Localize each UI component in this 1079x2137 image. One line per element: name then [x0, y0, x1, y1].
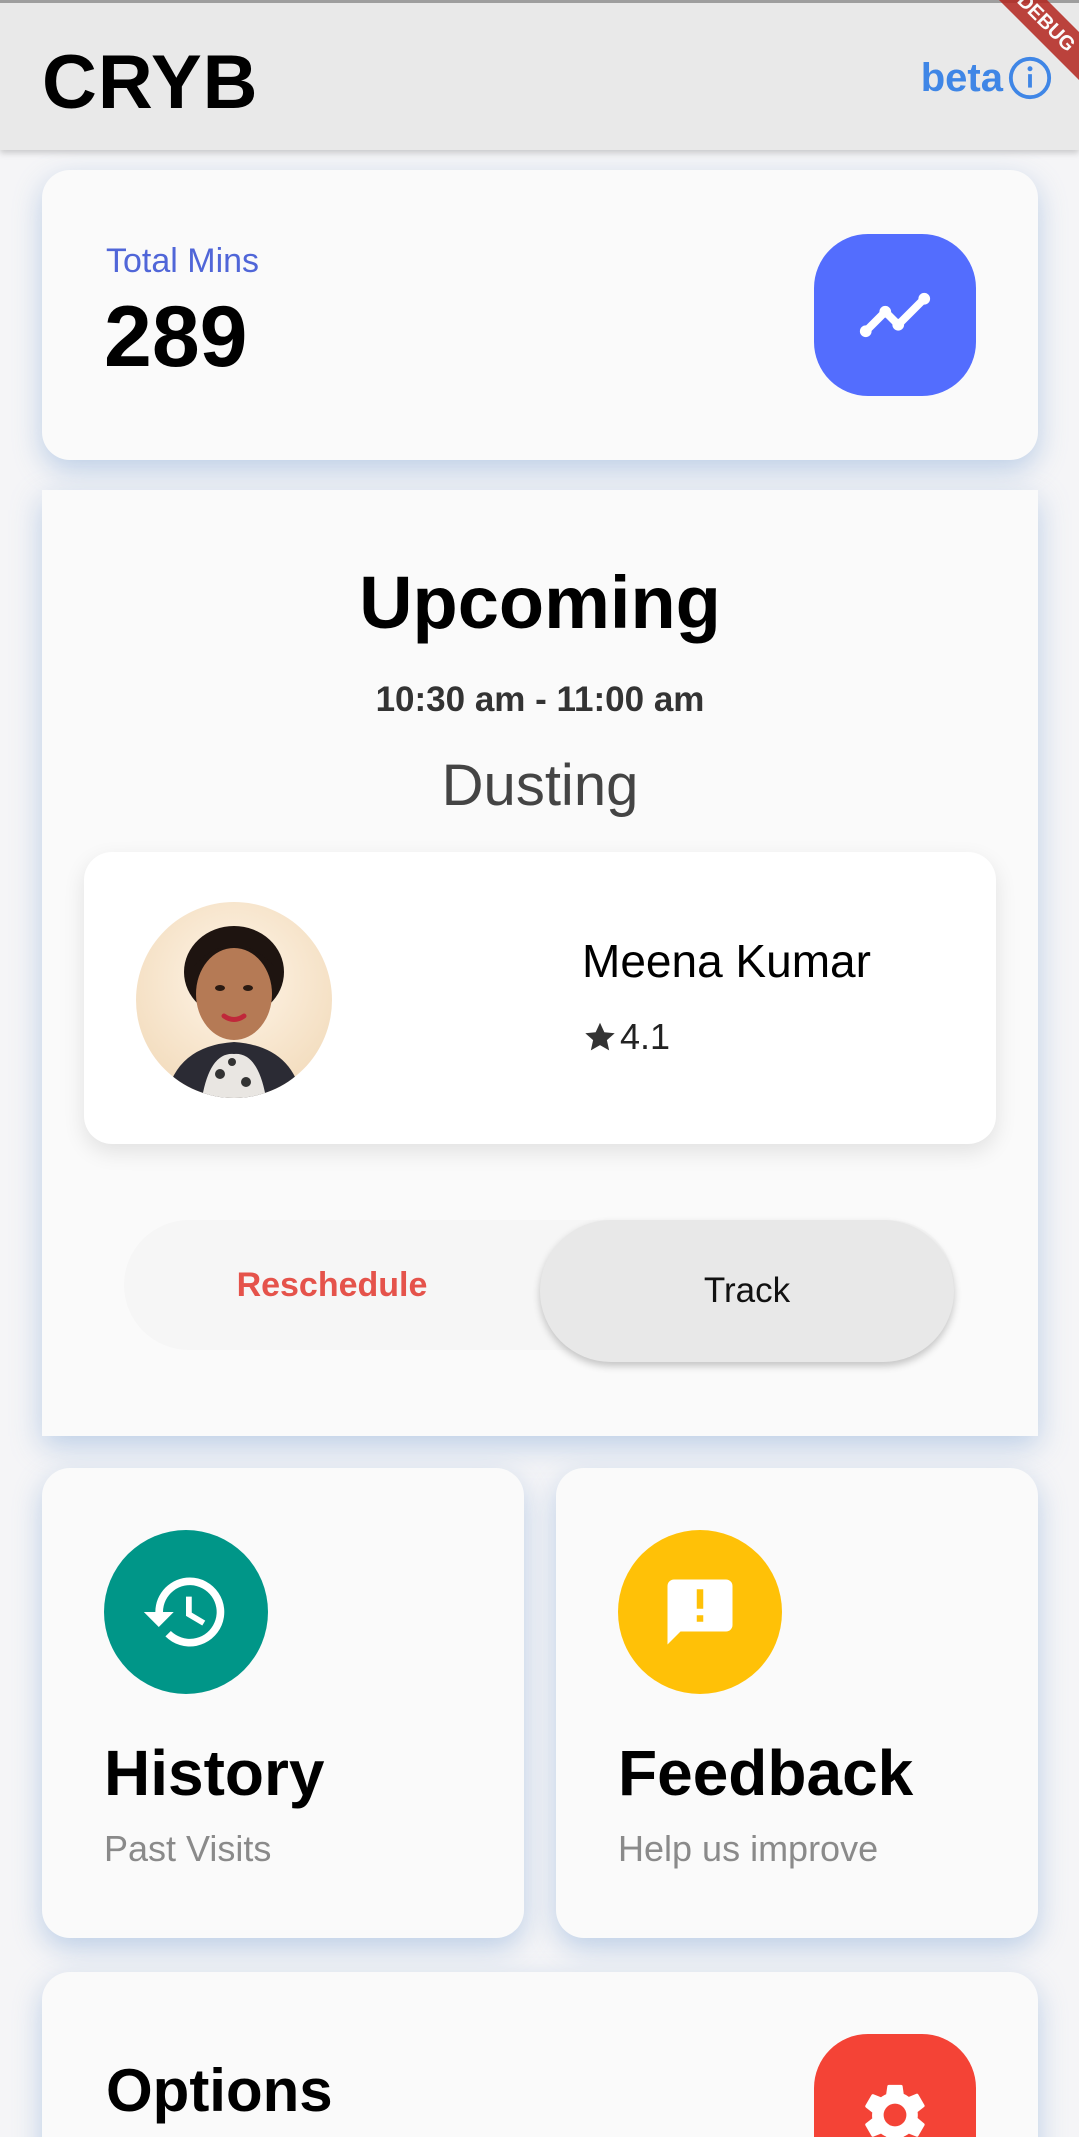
upcoming-time-range: 10:30 am - 11:00 am — [375, 680, 705, 719]
options-card[interactable]: Options — [42, 1972, 1038, 2137]
upcoming-card: Upcoming 10:30 am - 11:00 am Dusting Mee… — [42, 490, 1038, 1436]
upcoming-title: Upcoming — [359, 561, 721, 644]
total-mins-value: 289 — [104, 289, 248, 385]
reschedule-button[interactable]: Reschedule — [124, 1220, 540, 1350]
gear-icon — [865, 2084, 925, 2137]
provider-rating: 4.1 — [582, 1016, 670, 1058]
feedback-tile[interactable]: Feedback Help us improve — [556, 1468, 1038, 1938]
home-screen: DEBUG CRYB beta Total Mins 289 Upcoming … — [0, 0, 1079, 2137]
track-button[interactable]: Track — [540, 1220, 954, 1362]
rating-value: 4.1 — [620, 1016, 671, 1057]
star-icon — [585, 1022, 615, 1051]
provider-avatar — [136, 902, 332, 1098]
provider-card[interactable]: Meena Kumar 4.1 — [84, 852, 996, 1144]
feedback-icon — [618, 1530, 782, 1694]
upcoming-actions: Reschedule Track — [124, 1220, 954, 1362]
app-title: CRYB — [42, 40, 259, 125]
options-title: Options — [106, 2057, 333, 2124]
total-mins-label: Total Mins — [106, 242, 260, 280]
info-icon — [1008, 56, 1052, 100]
total-mins-card: Total Mins 289 — [42, 170, 1038, 460]
history-icon — [104, 1530, 268, 1694]
history-subtitle: Past Visits — [104, 1828, 272, 1869]
history-tile[interactable]: History Past Visits — [42, 1468, 524, 1938]
feedback-subtitle: Help us improve — [618, 1828, 879, 1869]
beta-label: beta — [920, 55, 1003, 100]
provider-name: Meena Kumar — [582, 935, 871, 987]
app-bar: CRYB beta — [0, 0, 1079, 150]
stats-button[interactable] — [814, 234, 976, 396]
history-title: History — [104, 1737, 325, 1809]
trend-icon — [859, 292, 931, 338]
settings-button[interactable] — [814, 2034, 976, 2137]
beta-info-button[interactable]: beta — [921, 55, 1053, 101]
upcoming-service: Dusting — [441, 753, 639, 818]
feedback-title: Feedback — [618, 1737, 914, 1809]
